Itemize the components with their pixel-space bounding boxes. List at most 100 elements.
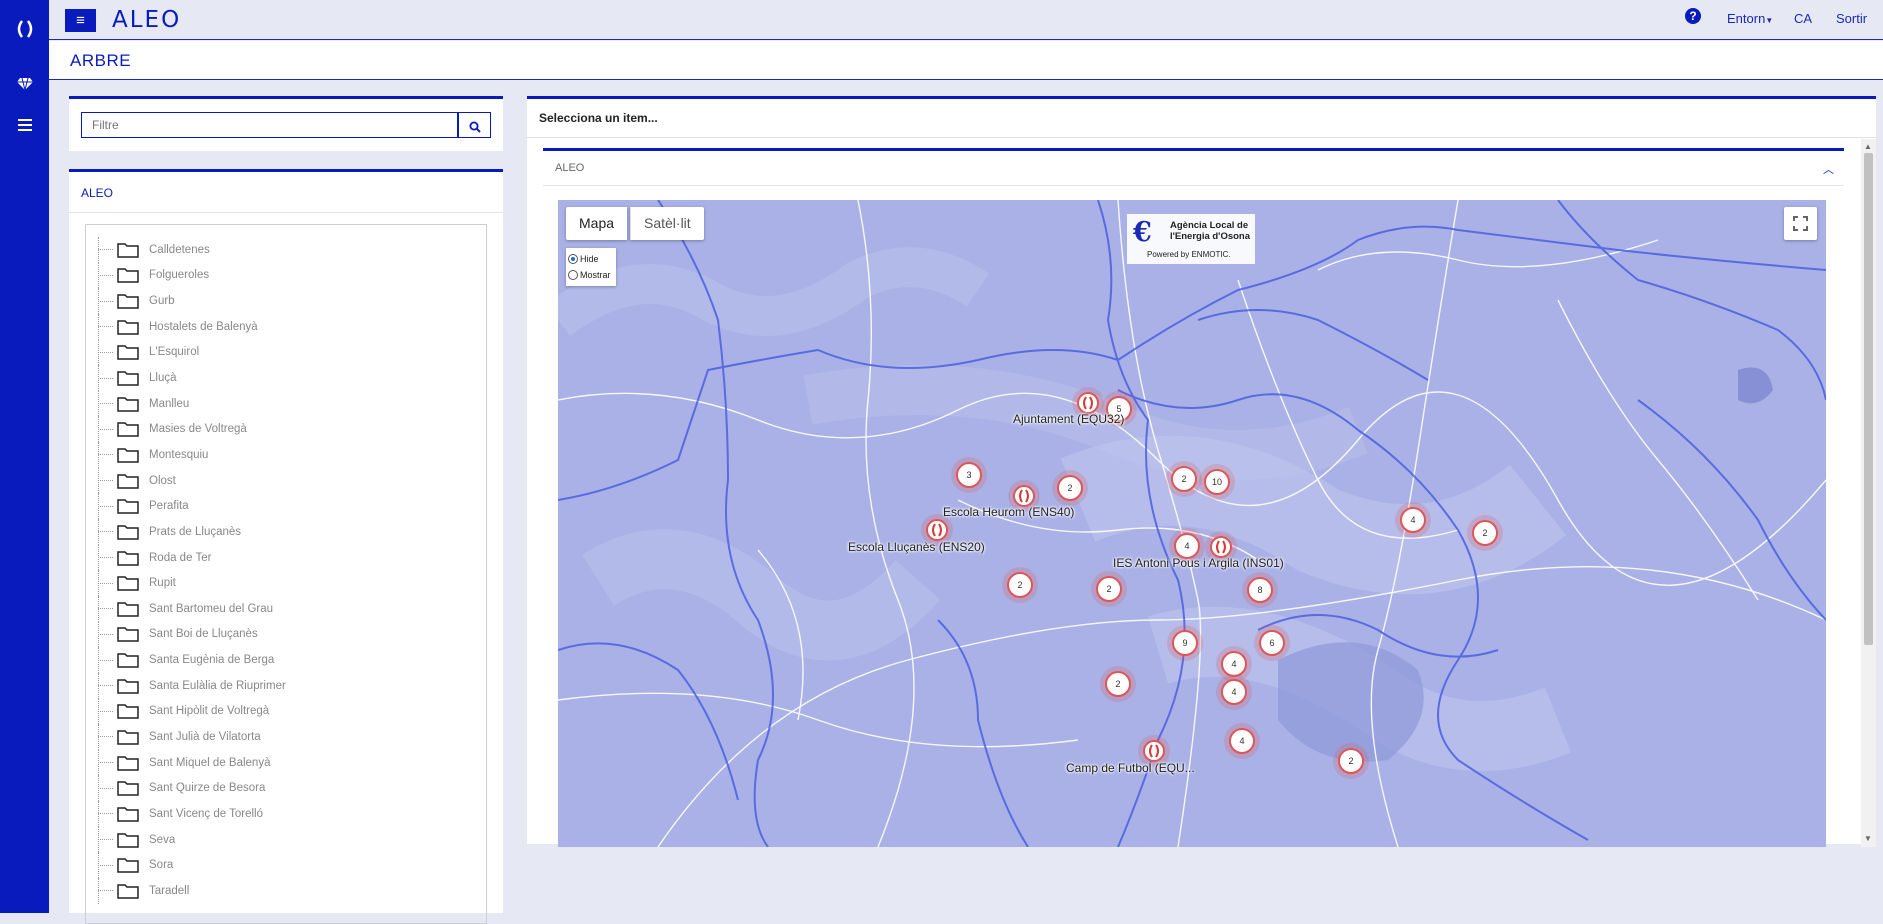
tree-connector xyxy=(98,762,113,764)
radio-show[interactable]: Mostrar xyxy=(568,267,614,283)
map[interactable]: € Agència Local de l'Energia d'Osona Powe… xyxy=(558,200,1826,847)
map-cluster[interactable]: 2 xyxy=(1333,743,1369,779)
caret-down-icon: ▼ xyxy=(1765,16,1774,25)
tree-item-label: Sant Boi de Lluçanès xyxy=(149,628,258,641)
tree-item-label: Rupit xyxy=(149,577,176,590)
aleo-logo: € Agència Local de l'Energia d'Osona Powe… xyxy=(1127,214,1255,264)
radio-button-show[interactable] xyxy=(568,270,578,280)
tree-item[interactable]: Hostalets de Balenyà xyxy=(98,313,286,340)
folder-icon xyxy=(117,319,139,335)
help-icon[interactable]: ? xyxy=(1685,8,1701,24)
map-cluster[interactable]: 2 xyxy=(1467,515,1503,551)
tree-item[interactable]: Olost xyxy=(98,467,286,494)
tree-item[interactable]: Montesquiu xyxy=(98,442,286,468)
tree-item[interactable]: Seva xyxy=(98,826,286,853)
map-cluster[interactable]: 2 xyxy=(1100,666,1136,702)
tree-line xyxy=(98,442,99,468)
map-type-map-button[interactable]: Mapa xyxy=(566,207,628,240)
map-cluster[interactable]: 2 xyxy=(1091,571,1127,607)
scroll-up-icon[interactable]: ▲ xyxy=(1864,142,1872,151)
radio-button-hide[interactable] xyxy=(568,254,578,264)
tree-item[interactable]: Rupit xyxy=(98,570,286,596)
app-logo-icon[interactable] xyxy=(0,18,49,45)
tree-line xyxy=(98,544,99,571)
folder-icon xyxy=(117,422,139,438)
map-cluster[interactable]: 4 xyxy=(1395,502,1431,538)
entorn-label: Entorn xyxy=(1727,11,1766,26)
chevron-up-icon[interactable]: ︿ xyxy=(1823,161,1834,177)
tree-item[interactable]: Lluçà xyxy=(98,365,286,391)
map-cluster[interactable]: 8 xyxy=(1242,572,1278,608)
logo-line1: Agència Local de xyxy=(1170,220,1249,231)
tree-connector xyxy=(98,428,113,430)
tree-item[interactable]: Sant Julià de Vilatorta xyxy=(98,724,286,750)
map-cluster-count: 2 xyxy=(1007,572,1033,598)
map-cluster-count: 2 xyxy=(1057,475,1083,501)
tree-line xyxy=(98,467,99,494)
tree-item-label: Sant Julià de Vilatorta xyxy=(149,730,261,743)
diamond-icon[interactable] xyxy=(0,77,49,96)
tree-item-label: Masies de Voltregà xyxy=(149,423,247,436)
folder-icon xyxy=(117,627,139,643)
tree-connector xyxy=(98,659,113,661)
filter-input[interactable] xyxy=(81,112,458,138)
tree-item[interactable]: Taradell xyxy=(98,878,286,904)
tree-item[interactable]: Gurb xyxy=(98,288,286,314)
map-cluster-count: 3 xyxy=(956,462,982,488)
left-sidebar xyxy=(0,0,49,913)
scroll-thumb[interactable] xyxy=(1864,153,1873,645)
map-cluster[interactable]: 10 xyxy=(1199,464,1235,500)
map-marker-label: Escola Heurom (ENS40) xyxy=(943,505,1075,519)
radio-hide[interactable]: Hide xyxy=(568,251,614,267)
folder-icon xyxy=(117,243,139,258)
tree-item[interactable]: Prats de Lluçanès xyxy=(98,519,286,545)
map-cluster[interactable]: 2 xyxy=(1166,461,1202,497)
tree-item-label: Sant Bartomeu del Grau xyxy=(149,602,274,615)
map-cluster[interactable]: 2 xyxy=(1052,470,1088,506)
tree-item[interactable]: Sant Hipòlit de Voltregà xyxy=(98,698,286,725)
tree-line xyxy=(98,724,99,750)
tree-item[interactable]: Sora xyxy=(98,852,286,879)
filter-search-button[interactable] xyxy=(458,112,491,138)
tree-item-label: Sant Vicenç de Torelló xyxy=(149,807,264,820)
tree-item[interactable]: Sant Boi de Lluçanès xyxy=(98,621,286,648)
tree-item-label: Prats de Lluçanès xyxy=(149,525,242,538)
top-bar: ≡ ALEO ? Entorn▼ CA Sortir xyxy=(49,0,1883,40)
tree-item-label: Perafita xyxy=(149,500,189,513)
aleo-section-header[interactable]: ALEO ︿ xyxy=(543,148,1844,186)
tree-item[interactable]: Sant Miquel de Balenyà xyxy=(98,749,286,776)
tree-item[interactable]: Folgueroles xyxy=(98,262,286,289)
entorn-dropdown[interactable]: Entorn▼ xyxy=(1727,11,1773,26)
map-cluster[interactable]: 4 xyxy=(1224,723,1260,759)
scrollbar[interactable]: ▲ ▼ xyxy=(1861,139,1876,847)
tree-item[interactable]: Perafita xyxy=(98,493,286,520)
language-selector[interactable]: CA xyxy=(1794,11,1812,26)
tree-item-label: Roda de Ter xyxy=(149,551,212,564)
fullscreen-button[interactable] xyxy=(1784,207,1817,240)
scroll-down-icon[interactable]: ▼ xyxy=(1864,834,1872,843)
tree-item[interactable]: Calldetenes xyxy=(98,237,286,263)
tree-item[interactable]: Santa Eulàlia de Riuprimer xyxy=(98,672,286,699)
tree-item[interactable]: Sant Vicenç de Torelló xyxy=(98,801,286,827)
map-cluster-count: 4 xyxy=(1221,679,1247,705)
tree-item[interactable]: Manlleu xyxy=(98,390,286,417)
tree-line xyxy=(98,826,99,853)
tree-item-label: Sant Hipòlit de Voltregà xyxy=(149,705,270,718)
radio-hide-label: Hide xyxy=(580,254,599,264)
list-icon[interactable] xyxy=(0,118,49,136)
hamburger-menu-button[interactable]: ≡ xyxy=(65,9,96,32)
map-cluster[interactable]: 3 xyxy=(951,457,987,493)
tree-item[interactable]: Santa Eugènia de Berga xyxy=(98,647,286,673)
tree-item[interactable]: L'Esquirol xyxy=(98,339,286,366)
map-cluster[interactable]: 9 xyxy=(1167,625,1203,661)
map-cluster[interactable]: 4 xyxy=(1216,674,1252,710)
map-cluster[interactable]: 6 xyxy=(1254,625,1290,661)
map-type-satellite-button[interactable]: Satèl·lit xyxy=(630,207,704,240)
tree-item[interactable]: Sant Bartomeu del Grau xyxy=(98,595,286,622)
tree-item[interactable]: Masies de Voltregà xyxy=(98,416,286,443)
tree-item[interactable]: Sant Quirze de Besora xyxy=(98,775,286,802)
tree-item[interactable]: Roda de Ter xyxy=(98,544,286,571)
hamburger-icon: ≡ xyxy=(76,12,85,29)
logout-link[interactable]: Sortir xyxy=(1836,11,1867,26)
map-cluster[interactable]: 2 xyxy=(1002,567,1038,603)
